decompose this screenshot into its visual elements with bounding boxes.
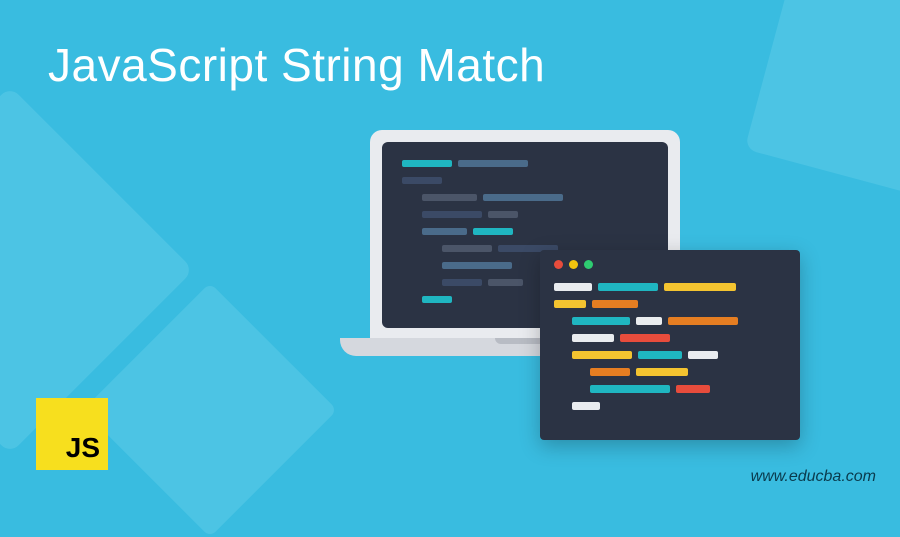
- maximize-dot-icon: [584, 260, 593, 269]
- minimize-dot-icon: [569, 260, 578, 269]
- site-url: www.educba.com: [751, 468, 876, 486]
- close-dot-icon: [554, 260, 563, 269]
- bg-shape-right: [745, 0, 900, 201]
- page-title: JavaScript String Match: [48, 38, 545, 92]
- javascript-logo-icon: JS: [36, 398, 108, 470]
- js-badge-label: JS: [66, 432, 100, 464]
- code-editor-icon: [540, 250, 800, 440]
- window-controls: [554, 260, 786, 269]
